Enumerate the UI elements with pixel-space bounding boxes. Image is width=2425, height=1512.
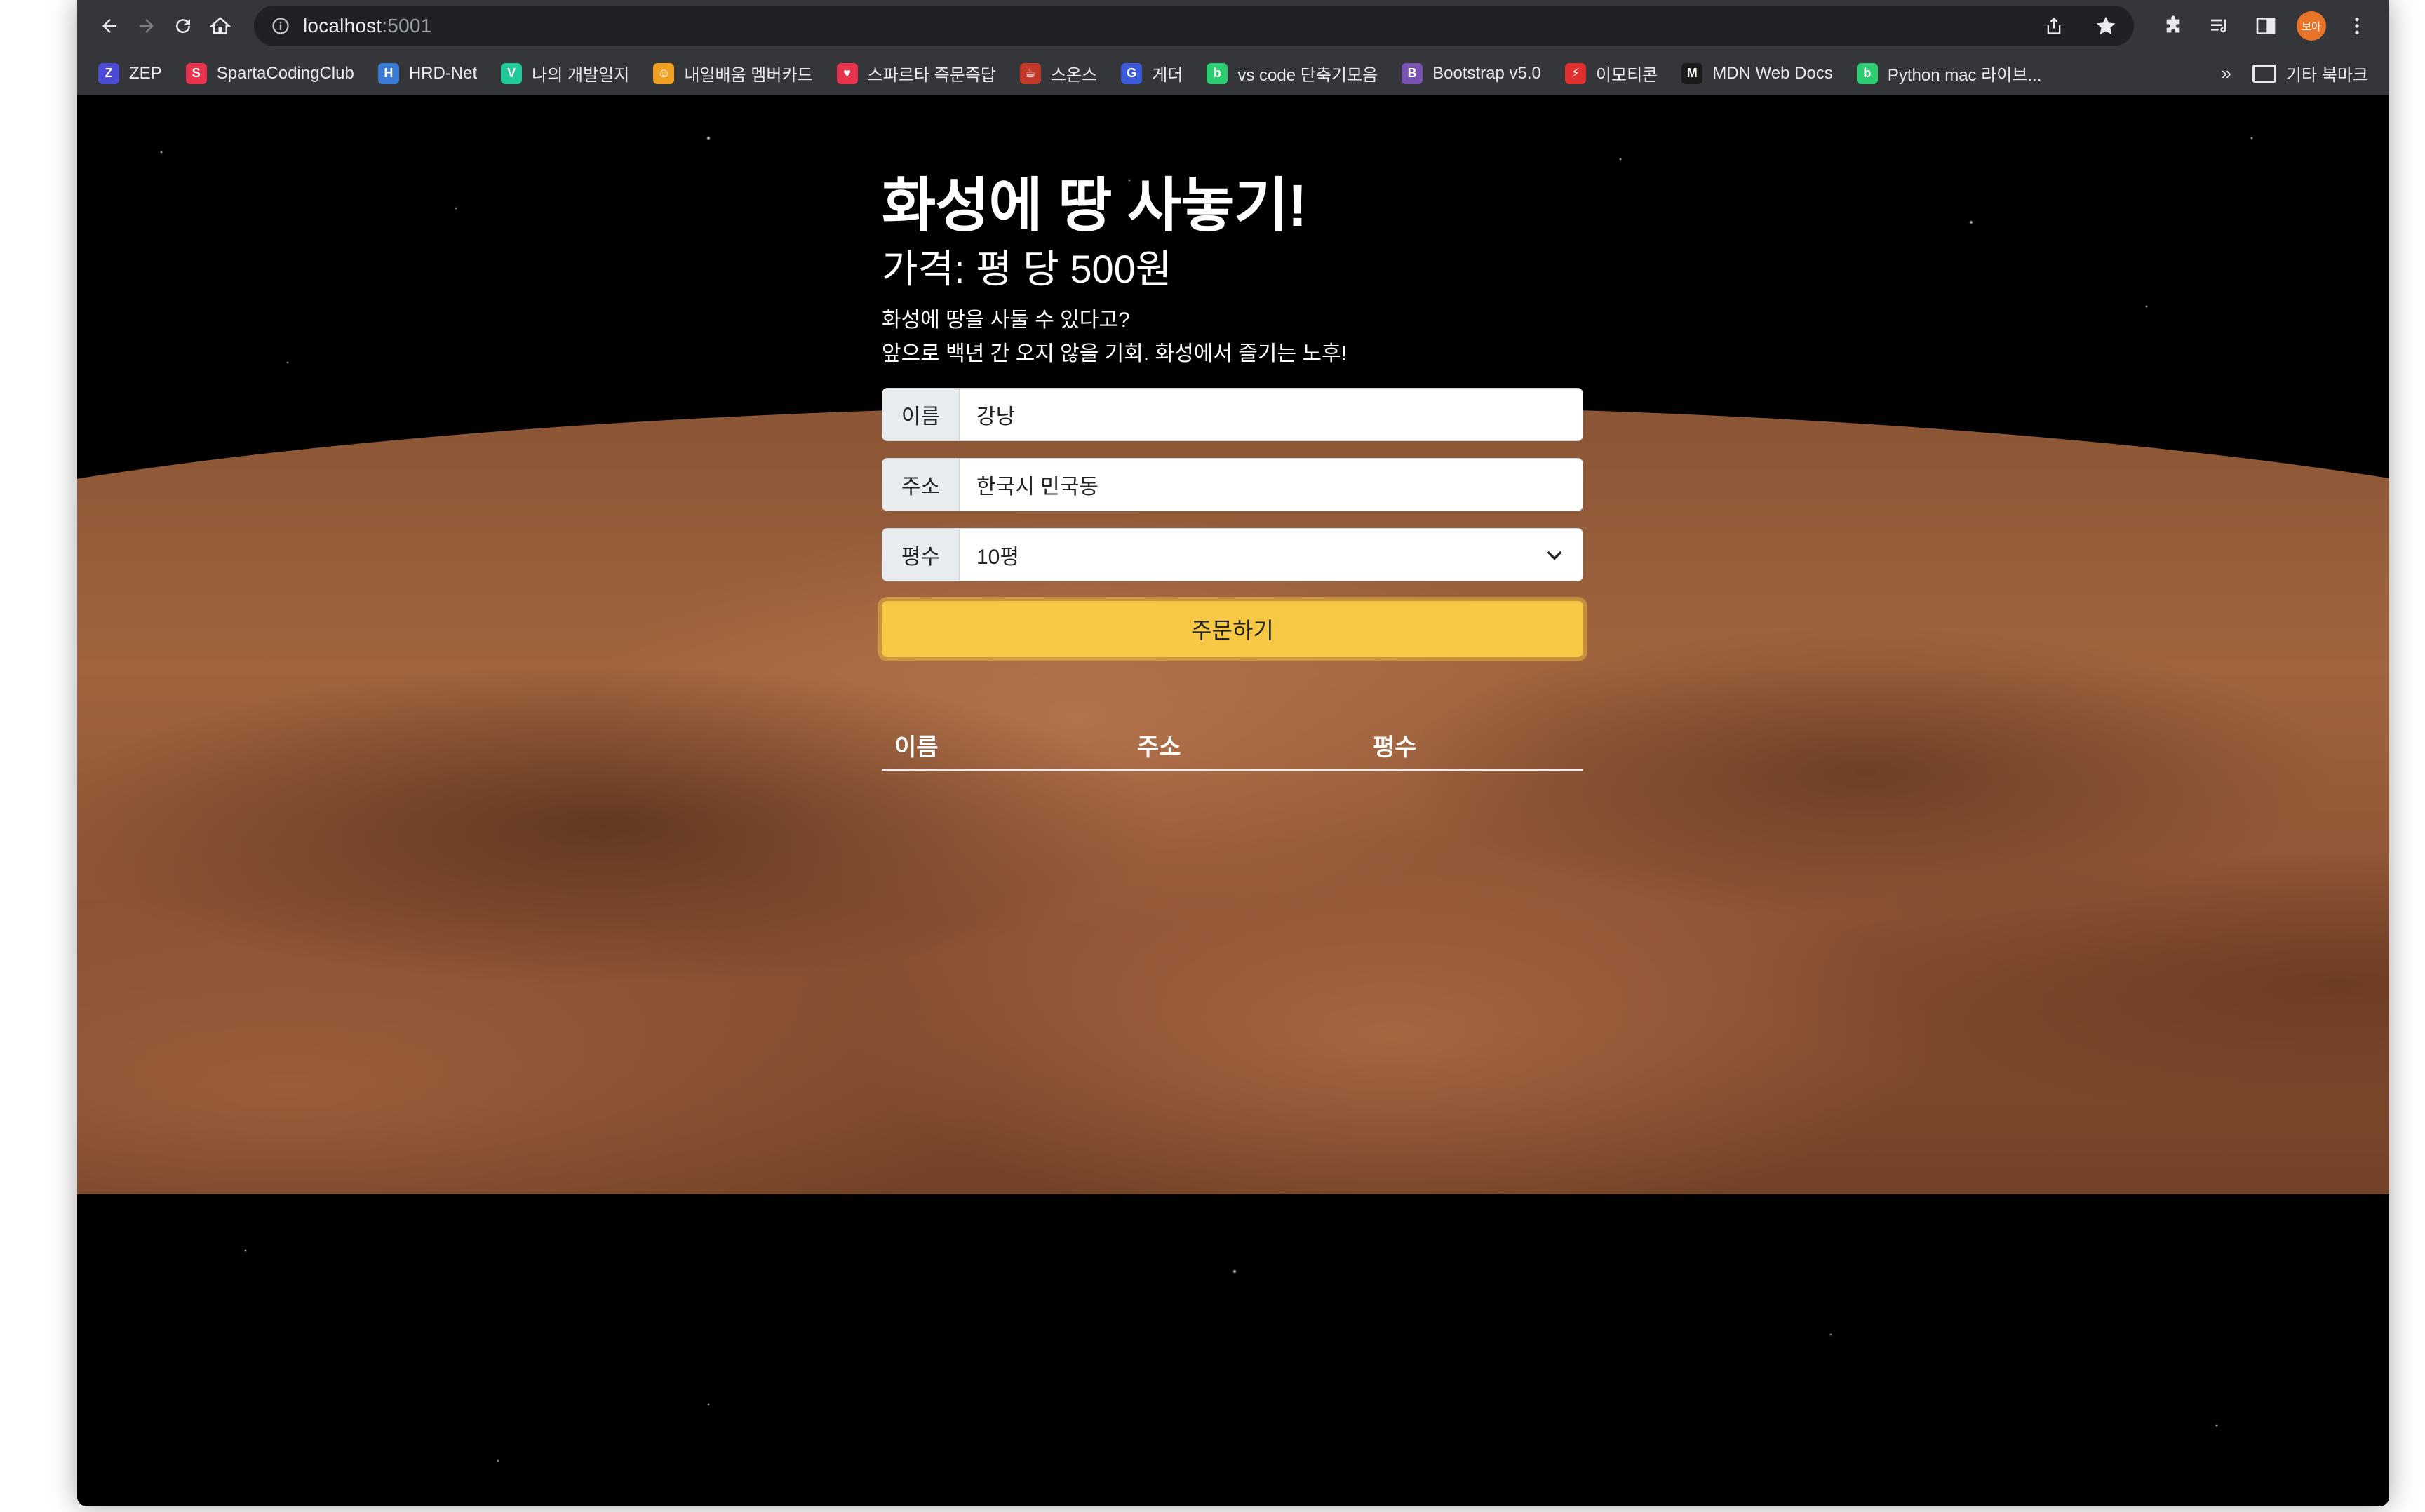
description-line-1: 화성에 땅을 사둘 수 있다고? [882,308,1130,332]
browser-toolbar: localhost:5001 보아 [77,0,2389,52]
forward-arrow-icon [139,19,154,33]
cup-icon: ☕ [1019,62,1041,84]
bookmark-item[interactable]: Z ZEP [98,62,162,84]
bookmark-item[interactable]: b vs code 단축기모음 [1207,61,1378,86]
extensions-icon[interactable] [2158,11,2189,41]
site-info-icon[interactable] [268,13,293,39]
bookmark-item[interactable]: ♥ 스파르타 즉문즉답 [836,61,996,86]
reload-icon [176,19,191,34]
column-header-address: 주소 [1137,734,1181,761]
bookmark-label: ZEP [129,63,162,83]
bookmark-star-icon[interactable] [2092,12,2120,40]
blog-icon: b [1207,62,1228,84]
chevron-down-icon [1547,551,1562,560]
other-bookmarks-label: 기타 북마크 [2285,66,2368,85]
bookmarks-overflow-button[interactable]: » [2221,62,2231,84]
share-icon[interactable] [2040,12,2068,40]
blog-icon: b [1856,62,1878,84]
space-background-bottom [77,1194,2389,1506]
folder-icon [2252,64,2276,83]
url-port: :5001 [382,15,432,36]
side-panel-icon[interactable] [2250,11,2281,41]
url-text: localhost:5001 [303,15,431,37]
orders-table-header: 이름 주소 평수 [882,722,1583,771]
media-control-icon[interactable] [2204,11,2235,41]
name-input[interactable] [960,388,1583,440]
column-header-size: 평수 [1373,734,1417,761]
url-host: localhost [303,15,382,36]
bookmark-item[interactable]: ☕ 스온스 [1019,61,1098,86]
bookmark-item[interactable]: H HRD-Net [377,62,478,84]
back-button[interactable] [94,6,126,46]
bookmark-item[interactable]: b Python mac 라이브... [1856,61,2042,86]
address-input-group: 주소 [882,457,1583,511]
bookmark-item[interactable]: G 게더 [1121,61,1183,86]
bootstrap-icon: B [1402,62,1423,84]
bookmark-item[interactable]: V 나의 개발일지 [501,61,629,86]
name-label: 이름 [882,388,960,440]
size-select-group: 평수 10평 [882,527,1583,581]
bookmark-label: MDN Web Docs [1712,63,1833,83]
other-bookmarks[interactable]: 기타 북마크 [2252,61,2368,86]
home-button[interactable] [205,6,236,46]
bookmark-label: HRD-Net [408,63,478,83]
name-input-group: 이름 [882,387,1583,441]
back-arrow-icon [102,19,117,33]
bolt-icon: ⚡ [1564,62,1586,84]
more-menu-icon[interactable] [2342,11,2372,41]
gather-icon: G [1121,62,1143,84]
order-form: 이름 주소 평수 10평 [882,387,1583,581]
bookmark-item[interactable]: ⚡ 이모티콘 [1564,61,1658,86]
description: 화성에 땅을 사둘 수 있다고? 앞으로 백년 간 오지 않을 기회. 화성에서… [882,304,1583,371]
bookmark-label: vs code 단축기모음 [1237,66,1378,85]
size-selected-value: 10평 [976,545,1019,569]
size-select[interactable]: 10평 [960,529,1583,581]
reload-button[interactable] [168,6,199,46]
page-title: 화성에 땅 사놓기! [882,173,1308,238]
bookmark-label: 나의 개발일지 [532,66,630,85]
order-form-container: 화성에 땅 사놓기! 가격: 평 당 500원 화성에 땅을 사둘 수 있다고?… [882,173,1583,771]
bookmark-item[interactable]: ☺ 내일배움 멤버카드 [653,61,813,86]
bookmark-label: 스온스 [1050,66,1098,85]
bookmark-label: Python mac 라이브... [1887,66,2042,85]
zep-icon: Z [98,62,119,84]
bookmarks-bar: Z ZEP S SpartaCodingClub H HRD-Net V 나의 개발일지 ☺ 내일… [77,52,2389,95]
heart-icon: ♥ [836,62,858,84]
bookmark-label: 내일배움 멤버카드 [684,66,813,85]
address-input[interactable] [960,458,1583,511]
browser-window: localhost:5001 보아 Z ZEP S SpartaCodingCl… [77,0,2389,1506]
page-viewport: 화성에 땅 사놓기! 가격: 평 당 500원 화성에 땅을 사둘 수 있다고?… [77,96,2389,1506]
mdn-icon: M [1681,62,1703,84]
column-header-name: 이름 [894,734,939,761]
smile-icon: ☺ [653,62,675,84]
description-line-2: 앞으로 백년 간 오지 않을 기회. 화성에서 즐기는 노후! [882,342,1347,365]
bookmark-label: SpartaCodingClub [216,63,354,83]
sparta-icon: S [185,62,207,84]
bookmark-label: 이모티콘 [1595,66,1658,85]
bookmark-label: Bootstrap v5.0 [1432,63,1541,83]
bookmark-item[interactable]: B Bootstrap v5.0 [1402,62,1541,84]
order-button[interactable]: 주문하기 [882,600,1583,657]
home-icon [209,17,231,34]
bookmark-label: 스파르타 즉문즉답 [867,66,996,85]
bookmark-item[interactable]: M MDN Web Docs [1681,62,1833,84]
address-label: 주소 [882,458,960,511]
forward-button[interactable] [131,6,163,46]
bookmark-label: 게더 [1152,66,1183,85]
hrd-icon: H [377,62,399,84]
velog-icon: V [501,62,523,84]
bookmark-item[interactable]: S SpartaCodingClub [185,62,354,84]
profile-avatar[interactable]: 보아 [2297,11,2326,41]
address-bar[interactable]: localhost:5001 [254,6,2134,46]
size-label: 평수 [882,528,960,581]
price-heading: 가격: 평 당 500원 [882,247,1172,292]
